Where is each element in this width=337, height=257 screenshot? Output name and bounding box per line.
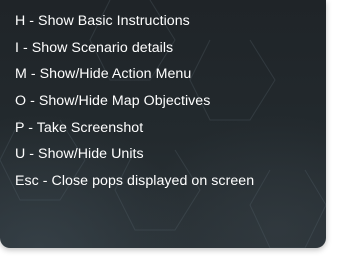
shortcut-screenshot: P - Take Screenshot: [15, 119, 144, 136]
shortcut-units: U - Show/Hide Units: [15, 146, 144, 163]
shortcut-list: H - Show Basic Instructions I - Show Sce…: [15, 8, 254, 195]
keyboard-shortcuts-popup: H - Show Basic Instructions I - Show Sce…: [0, 0, 326, 248]
shortcut-scenario-details: I - Show Scenario details: [15, 39, 174, 56]
screen: H - Show Basic Instructions I - Show Sce…: [0, 0, 337, 257]
shortcut-action-menu: M - Show/Hide Action Menu: [15, 66, 192, 83]
shortcut-close-popups: Esc - Close pops displayed on screen: [15, 173, 255, 190]
shortcut-map-objectives: O - Show/Hide Map Objectives: [15, 93, 211, 110]
shortcut-help: H - Show Basic Instructions: [15, 13, 190, 29]
